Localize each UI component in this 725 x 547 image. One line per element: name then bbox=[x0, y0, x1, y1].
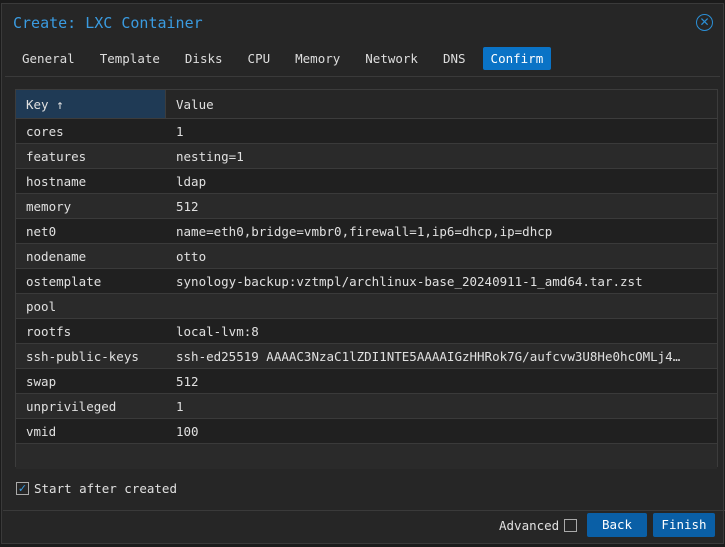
row-value: otto bbox=[176, 248, 207, 264]
table-row[interactable]: hostname ldap bbox=[16, 169, 717, 194]
row-value: local-lvm:8 bbox=[176, 323, 259, 339]
footer-divider bbox=[3, 510, 725, 511]
row-key: ssh-public-keys bbox=[26, 348, 139, 364]
table-row[interactable]: ostemplate synology-backup:vztmpl/archlin… bbox=[16, 269, 717, 294]
row-key: memory bbox=[26, 198, 72, 214]
row-value: 1 bbox=[176, 123, 184, 139]
table-row[interactable]: rootfs local-lvm:8 bbox=[16, 319, 717, 344]
dialog-title: Create: LXC Container bbox=[13, 14, 203, 32]
row-key: rootfs bbox=[26, 323, 72, 339]
table-row[interactable]: net0 name=eth0,bridge=vmbr0,firewall=1,ip… bbox=[16, 219, 717, 244]
table-row[interactable]: memory 512 bbox=[16, 194, 717, 219]
tab-disks[interactable]: Disks bbox=[177, 47, 231, 70]
row-key: vmid bbox=[26, 423, 57, 439]
row-key: net0 bbox=[26, 223, 57, 239]
row-key: nodename bbox=[26, 248, 87, 264]
row-value: 1 bbox=[176, 398, 184, 414]
key-label: Key bbox=[26, 97, 49, 112]
row-value: ssh-ed25519 AAAAC3NzaC1lZDI1NTE5AAAAIGzH… bbox=[176, 348, 681, 364]
advanced-checkbox[interactable]: Advanced bbox=[499, 518, 578, 533]
tab-network[interactable]: Network bbox=[357, 47, 426, 70]
table-row[interactable]: features nesting=1 bbox=[16, 144, 717, 169]
checkbox-unchecked-icon[interactable] bbox=[564, 519, 578, 532]
tab-cpu[interactable]: CPU bbox=[240, 47, 279, 70]
row-value: 512 bbox=[176, 373, 199, 389]
table-row[interactable]: vmid 100 bbox=[16, 419, 717, 444]
grid-body: cores 1 features nesting=1 hostname ldap memor… bbox=[16, 119, 717, 469]
advanced-label: Advanced bbox=[499, 518, 560, 533]
column-header-value[interactable]: Value bbox=[166, 90, 224, 118]
start-after-created-label: Start after created bbox=[34, 481, 177, 496]
tab-memory[interactable]: Memory bbox=[287, 47, 348, 70]
checkbox-checked-icon[interactable]: ✓ bbox=[16, 482, 29, 495]
tab-general[interactable]: General bbox=[14, 47, 83, 70]
empty-row bbox=[16, 444, 717, 469]
summary-grid: Key ↑ Value cores 1 features nesting=1 hostn… bbox=[15, 89, 718, 469]
row-key: ostemplate bbox=[26, 273, 102, 289]
row-key: swap bbox=[26, 373, 57, 389]
table-row[interactable]: unprivileged 1 bbox=[16, 394, 717, 419]
confirm-panel: Key ↑ Value cores 1 features nesting=1 hostn… bbox=[5, 76, 720, 511]
row-value: 512 bbox=[176, 198, 199, 214]
row-key: pool bbox=[26, 298, 57, 314]
row-value: ldap bbox=[176, 173, 207, 189]
row-value: 100 bbox=[176, 423, 199, 439]
start-after-created-checkbox[interactable]: ✓ Start after created bbox=[16, 481, 177, 496]
create-lxc-dialog: Create: LXC Container ✕ General Template D… bbox=[1, 3, 725, 544]
row-value: synology-backup:vztmpl/archlinux-base_20… bbox=[176, 273, 643, 289]
row-key: unprivileged bbox=[26, 398, 117, 414]
table-row[interactable]: swap 512 bbox=[16, 369, 717, 394]
row-value: nesting=1 bbox=[176, 148, 244, 164]
tab-template[interactable]: Template bbox=[92, 47, 168, 70]
tab-confirm[interactable]: Confirm bbox=[482, 47, 552, 70]
row-key: cores bbox=[26, 123, 64, 139]
table-row[interactable]: pool bbox=[16, 294, 717, 319]
row-key: features bbox=[26, 148, 87, 164]
column-header-key[interactable]: Key ↑ bbox=[16, 90, 166, 118]
close-icon[interactable]: ✕ bbox=[696, 14, 713, 31]
table-row[interactable]: cores 1 bbox=[16, 119, 717, 144]
sort-asc-icon: ↑ bbox=[56, 97, 64, 112]
finish-button[interactable]: Finish bbox=[653, 513, 715, 537]
table-row[interactable]: nodename otto bbox=[16, 244, 717, 269]
tab-dns[interactable]: DNS bbox=[435, 47, 474, 70]
back-button[interactable]: Back bbox=[587, 513, 647, 537]
grid-header: Key ↑ Value bbox=[16, 90, 717, 119]
row-value: name=eth0,bridge=vmbr0,firewall=1,ip6=dh… bbox=[176, 223, 553, 239]
tab-bar: General Template Disks CPU Memory Network DNS C… bbox=[14, 47, 560, 70]
row-key: hostname bbox=[26, 173, 87, 189]
table-row[interactable]: ssh-public-keys ssh-ed25519 AAAAC3NzaC1lZ… bbox=[16, 344, 717, 369]
